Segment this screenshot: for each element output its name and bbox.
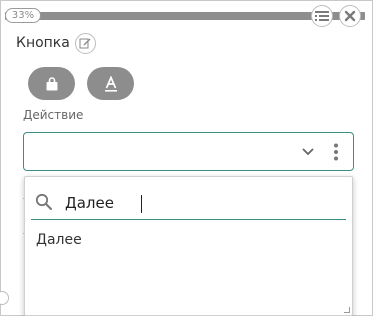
underlined-a-icon <box>104 75 117 92</box>
list-button[interactable] <box>311 5 333 27</box>
resize-handle-icon[interactable] <box>344 307 350 313</box>
dropdown-search <box>31 187 346 220</box>
text-caret <box>141 195 142 213</box>
chevron-down-icon[interactable] <box>301 144 315 158</box>
element-title: Кнопка <box>16 35 70 51</box>
close-button[interactable] <box>339 5 361 27</box>
properties-panel: 33% Кнопка Действие Далее Далее <box>0 0 373 316</box>
dropdown-search-input[interactable] <box>65 191 335 215</box>
more-vertical-icon[interactable] <box>333 143 339 161</box>
close-icon <box>344 10 356 22</box>
font-button[interactable] <box>87 67 134 100</box>
search-icon <box>35 193 52 210</box>
edit-title-button[interactable] <box>74 32 96 54</box>
side-handle[interactable] <box>0 291 9 305</box>
action-dropdown: Далее <box>24 176 353 316</box>
progress-label: 33% <box>5 8 41 23</box>
pencil-edit-icon <box>79 38 91 49</box>
title-row: Кнопка <box>16 32 96 54</box>
list-icon <box>315 11 329 21</box>
action-select[interactable] <box>23 132 354 171</box>
bag-icon <box>46 76 57 90</box>
style-button[interactable] <box>28 67 75 100</box>
action-label: Действие <box>23 108 84 122</box>
dropdown-option[interactable]: Далее <box>36 232 82 248</box>
